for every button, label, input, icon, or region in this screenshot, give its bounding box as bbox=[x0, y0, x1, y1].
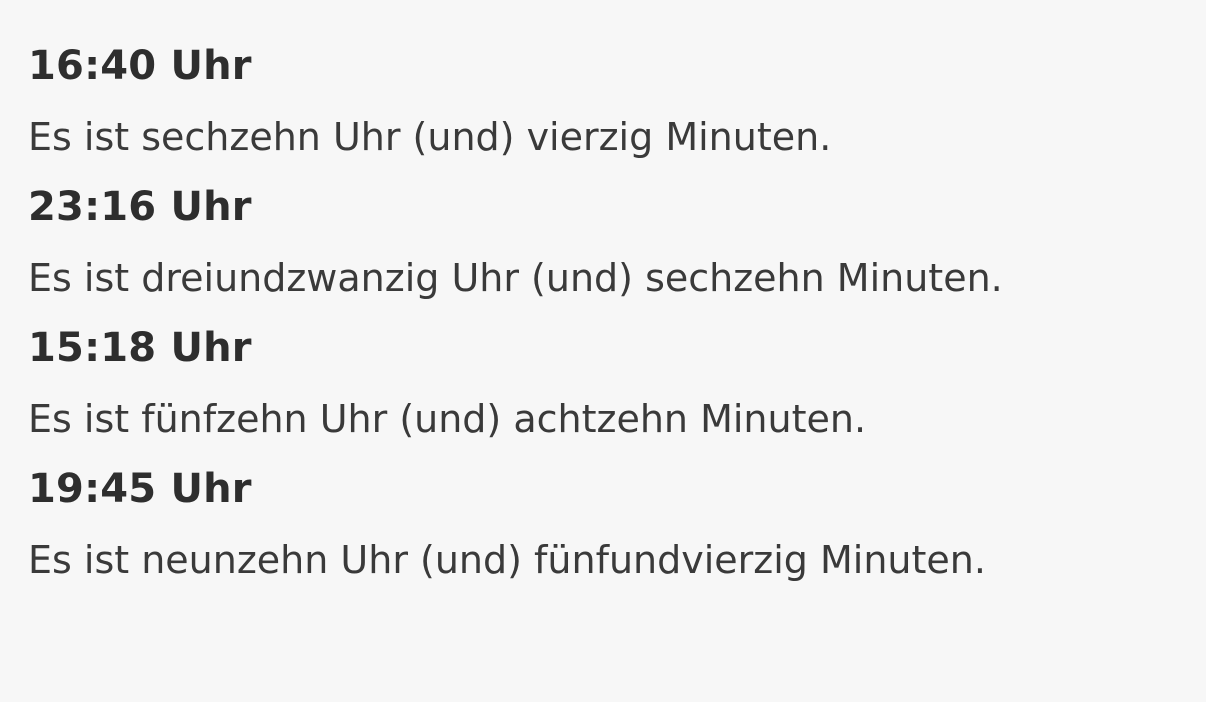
time-sentence: Es ist sechzehn Uhr (und) vierzig Minute… bbox=[28, 115, 832, 159]
time-sentence: Es ist fünfzehn Uhr (und) achtzehn Minut… bbox=[28, 397, 867, 441]
time-heading: 16:40 Uhr bbox=[28, 43, 252, 89]
time-entry: 19:45 Uhr Es ist neunzehn Uhr (und) fünf… bbox=[28, 465, 1206, 584]
time-heading: 19:45 Uhr bbox=[28, 466, 252, 512]
time-heading: 23:16 Uhr bbox=[28, 184, 252, 230]
time-sentence: Es ist neunzehn Uhr (und) fünfundvierzig… bbox=[28, 538, 986, 582]
time-entry: 23:16 Uhr Es ist dreiundzwanzig Uhr (und… bbox=[28, 183, 1206, 302]
time-sentence: Es ist dreiundzwanzig Uhr (und) sechzehn… bbox=[28, 256, 1003, 300]
time-entry: 15:18 Uhr Es ist fünfzehn Uhr (und) acht… bbox=[28, 324, 1206, 443]
time-heading: 15:18 Uhr bbox=[28, 325, 252, 371]
time-expressions-document: 16:40 Uhr Es ist sechzehn Uhr (und) vier… bbox=[0, 0, 1206, 702]
time-entry: 16:40 Uhr Es ist sechzehn Uhr (und) vier… bbox=[28, 42, 1206, 161]
